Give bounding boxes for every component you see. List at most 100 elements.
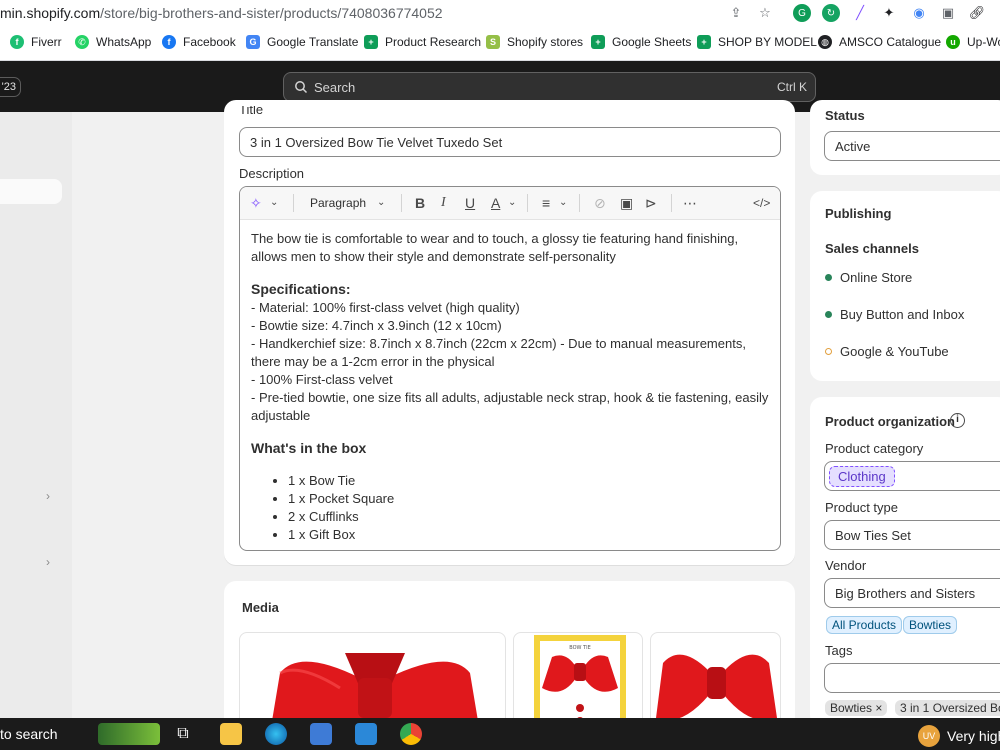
bookmark-whatsapp[interactable]: ✆ WhatsApp <box>75 35 151 49</box>
category-tag[interactable]: Clothing <box>829 466 895 487</box>
facebook-icon: f <box>162 35 176 49</box>
bookmark-google-sheets[interactable]: + Google Sheets <box>591 35 691 49</box>
italic-icon[interactable]: I <box>441 195 446 211</box>
title-label: Title <box>239 106 264 117</box>
sales-channels-label: Sales channels <box>825 241 919 256</box>
share-icon[interactable]: ⇪ <box>727 4 745 22</box>
pen-icon[interactable]: ╱ <box>851 4 869 22</box>
link-icon[interactable]: 🔗︎ <box>968 4 986 22</box>
bookmark-upwork[interactable]: uUp-Wo <box>946 35 1000 49</box>
upwork-icon: u <box>946 35 960 49</box>
video-icon[interactable]: ⊳ <box>645 195 657 211</box>
bookmark-facebook[interactable]: f Facebook <box>162 35 236 49</box>
align-icon[interactable]: ≡ <box>542 195 550 211</box>
status-select[interactable]: Active <box>824 131 1000 161</box>
store-badge[interactable]: '23 <box>0 77 21 97</box>
vendor-input[interactable]: Big Brothers and Sisters <box>824 578 1000 608</box>
ai-magic-icon[interactable]: ✧ <box>250 195 262 211</box>
product-organization-heading: Product organization <box>825 414 955 429</box>
toolbar-divider <box>401 194 402 212</box>
chrome-icon[interactable] <box>400 723 422 745</box>
tags-label: Tags <box>825 643 853 658</box>
widget-icon[interactable] <box>98 723 160 745</box>
media-heading: Media <box>242 600 279 615</box>
location-icon[interactable]: ◉ <box>910 4 928 22</box>
image-icon[interactable]: ▣ <box>939 4 957 22</box>
status-dot <box>825 274 832 281</box>
category-label: Product category <box>825 441 924 456</box>
task-view-icon[interactable]: ⧉ <box>172 723 194 745</box>
chevron-down-icon[interactable]: ⌄ <box>508 195 516 211</box>
nav-item-selected[interactable] <box>0 179 62 204</box>
spec-line: - Pre-tied bowtie, one size fits all adu… <box>251 390 769 423</box>
media-image[interactable]: BOW TIE <box>513 632 643 732</box>
search-icon <box>295 81 308 94</box>
status-dot <box>825 311 832 318</box>
bold-icon[interactable]: B <box>415 195 425 211</box>
grammarly-icon[interactable]: G <box>793 4 811 22</box>
toolbar-divider <box>527 194 528 212</box>
spec-line: - Material: 100% first-class velvet (hig… <box>251 300 520 315</box>
sheets-icon: + <box>697 35 711 49</box>
editor-content[interactable]: The bow tie is comfortable to wear and t… <box>251 230 771 544</box>
file-explorer-icon[interactable] <box>220 723 242 745</box>
whatsapp-icon: ✆ <box>75 35 89 49</box>
spec-line: - Bowtie size: 4.7inch x 3.9inch (12 x 1… <box>251 318 502 333</box>
gift-box-label: BOW TIE <box>569 645 591 651</box>
collection-pill[interactable]: Bowties <box>903 616 958 634</box>
chevron-right-icon[interactable]: › <box>46 555 50 569</box>
bookmark-fiverr[interactable]: f Fiverr <box>10 35 62 49</box>
media-image[interactable] <box>650 632 781 732</box>
chevron-down-icon[interactable]: ⌄ <box>559 195 567 211</box>
search-placeholder: Search <box>314 80 356 95</box>
collection-pill[interactable]: All Products <box>826 616 903 634</box>
puzzle-icon[interactable]: ✦ <box>880 4 898 22</box>
taskbar-search[interactable]: to search <box>0 726 58 742</box>
bookmark-shop-by-model[interactable]: + SHOP BY MODEL <box>697 35 817 49</box>
chevron-down-icon[interactable]: ⌄ <box>270 195 278 211</box>
code-icon[interactable]: </> <box>753 195 770 211</box>
product-type-input[interactable]: Bow Ties Set <box>824 520 1000 550</box>
more-icon[interactable]: ⋯ <box>683 195 697 211</box>
tag-pill: 3 in 1 Oversized Bo <box>895 700 1000 716</box>
bookmark-shopify-stores[interactable]: S Shopify stores <box>486 35 583 49</box>
search-bar[interactable]: Search Ctrl K <box>283 72 816 102</box>
url-field[interactable]: min.shopify.com/store/big-brothers-and-s… <box>0 5 443 21</box>
text-color-icon[interactable]: A <box>491 195 500 211</box>
close-icon[interactable]: × <box>875 701 882 715</box>
spec-heading: Specifications: <box>251 281 351 297</box>
mail-icon[interactable] <box>355 723 377 745</box>
category-field[interactable]: Clothing <box>824 461 1000 491</box>
chevron-down-icon[interactable]: ⌄ <box>377 195 385 211</box>
image-icon[interactable]: ▣ <box>620 195 633 211</box>
list-item: 2 x Cufflinks <box>288 508 771 526</box>
list-item: 1 x Bow Tie <box>288 472 771 490</box>
info-icon[interactable]: i <box>950 413 965 428</box>
edge-icon[interactable] <box>265 723 287 745</box>
underline-icon[interactable]: U <box>465 195 475 211</box>
star-icon[interactable]: ☆ <box>756 4 774 22</box>
fiverr-icon: f <box>10 35 24 49</box>
tags-input[interactable] <box>824 663 1000 693</box>
store-icon[interactable] <box>310 723 332 745</box>
bookmark-amsco-catalogue[interactable]: ◍ AMSCO Catalogue <box>818 35 941 49</box>
publishing-heading: Publishing <box>825 206 892 221</box>
link-icon[interactable]: ⊘ <box>594 195 606 211</box>
box-heading: What's in the box <box>251 440 367 456</box>
list-item: 1 x Gift Box <box>288 526 771 544</box>
sheets-icon: + <box>364 35 378 49</box>
list-item: 1 x Pocket Square <box>288 490 771 508</box>
description-editor[interactable]: ✧ ⌄ Paragraph ⌄ B I U A ⌄ ≡ ⌄ ⊘ ▣ ⊳ ⋯ </… <box>239 186 781 551</box>
box-list: 1 x Bow Tie 1 x Pocket Square 2 x Cuffli… <box>288 472 771 544</box>
title-input[interactable]: 3 in 1 Oversized Bow Tie Velvet Tuxedo S… <box>239 127 781 157</box>
chevron-right-icon[interactable]: › <box>46 489 50 503</box>
paragraph-style-select[interactable]: Paragraph <box>310 196 366 210</box>
globe-icon: ◍ <box>818 35 832 49</box>
refresh-extension-icon[interactable]: ↻ <box>822 4 840 22</box>
bookmarks-bar: f Fiverr ✆ WhatsApp f Facebook G Google Tran… <box>0 27 1000 61</box>
bookmark-google-translate[interactable]: G Google Translate <box>246 35 358 49</box>
weather-status[interactable]: Very high <box>947 728 1000 744</box>
bookmark-product-research[interactable]: + Product Research <box>364 35 481 49</box>
media-image[interactable] <box>239 632 506 732</box>
user-avatar[interactable]: UV <box>918 725 940 747</box>
